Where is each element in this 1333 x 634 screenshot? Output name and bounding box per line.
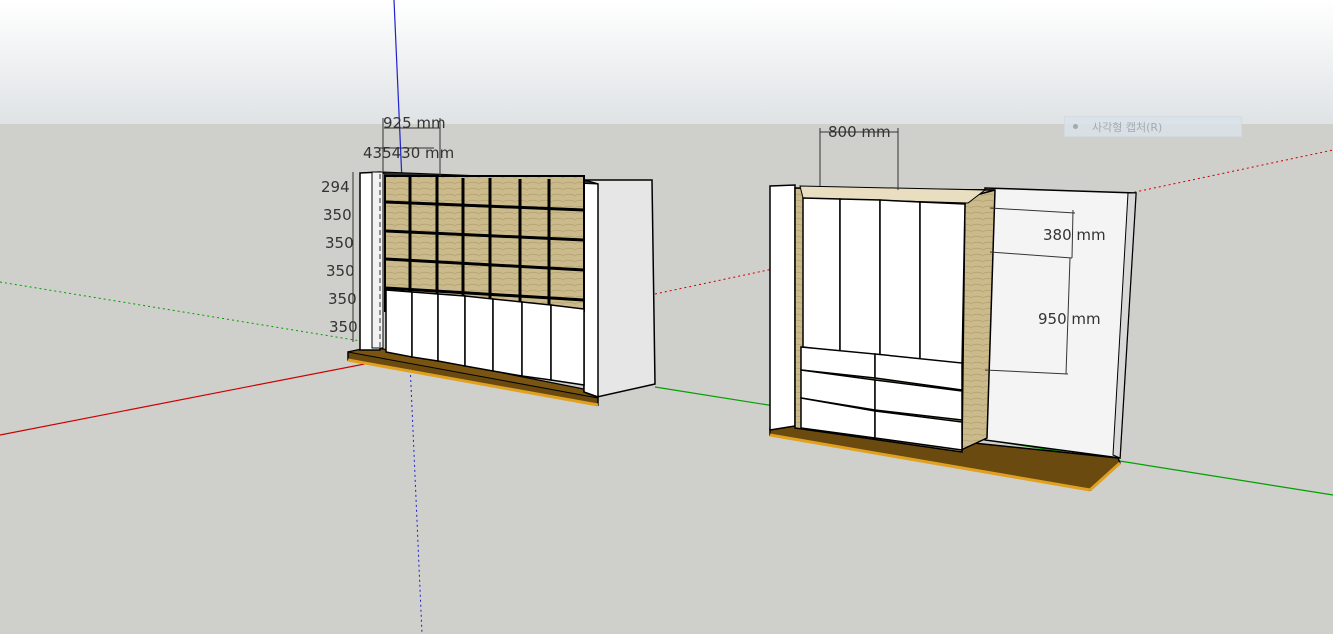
- sketchup-3d-viewport[interactable]: 925 mm 435430 mm 294 350 350 350 350 350…: [0, 0, 1333, 634]
- dim-cell-width: 435430 mm: [363, 144, 454, 162]
- wardrobe-door-3: [879, 199, 921, 361]
- dim-top-width: 925 mm: [383, 114, 446, 132]
- dim-row-height-3: 350: [326, 262, 355, 280]
- door-1: [385, 289, 413, 358]
- door-4: [464, 295, 494, 372]
- back-wall-left: [371, 171, 384, 349]
- dim-row-height-5: 350: [329, 318, 358, 336]
- dim-row-height-4: 350: [328, 290, 357, 308]
- door-6: [521, 301, 552, 381]
- door-3: [437, 293, 466, 367]
- door-7: [550, 304, 585, 386]
- capture-tooltip: 사각형 캡처(R): [1064, 116, 1242, 137]
- door-5: [492, 298, 523, 377]
- wardrobe-door-2: [839, 198, 881, 357]
- dim-shelf-depth: 380 mm: [1043, 226, 1106, 244]
- tooltip-dot-icon: [1073, 124, 1078, 129]
- side-panel-right-front: [583, 179, 599, 399]
- dim-row-height-1: 350: [323, 206, 352, 224]
- wardrobe-door-1: [802, 197, 841, 353]
- dim-wardrobe-width: 800 mm: [828, 123, 891, 141]
- dim-top-cell-height: 294: [321, 178, 350, 196]
- dim-shelf-height: 950 mm: [1038, 310, 1101, 328]
- dim-row-height-2: 350: [325, 234, 354, 252]
- wardrobe-doors: [802, 197, 966, 366]
- sky-background: [0, 0, 1333, 124]
- side-panel-right-cab: [769, 184, 796, 431]
- wardrobe-door-4: [919, 201, 966, 366]
- door-2: [411, 291, 439, 362]
- tooltip-label: 사각형 캡처(R): [1092, 120, 1163, 134]
